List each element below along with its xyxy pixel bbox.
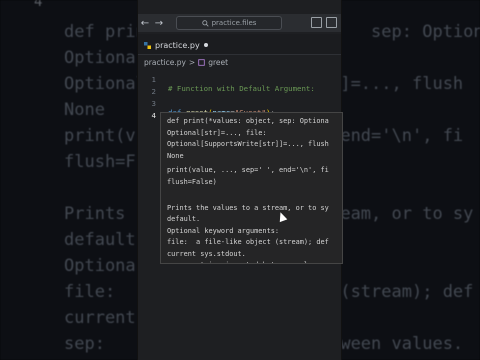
background-code-line: None [64, 100, 105, 120]
search-icon [201, 19, 209, 27]
hover-doc-line: Prints the values to a stream, or to sy [167, 203, 329, 212]
window-controls [311, 17, 337, 28]
background-code-line: current [64, 308, 136, 328]
tab-bar: practice.py [138, 34, 341, 55]
background-code-line: flush=F [64, 152, 136, 172]
background-line-number: 4 [34, 0, 43, 10]
tab-label: practice.py [155, 40, 200, 50]
hover-doc-line: Optional[str]=..., file: [167, 128, 267, 137]
hover-doc-line: current sys.stdout. [167, 249, 246, 258]
tab-practice-py[interactable]: practice.py [144, 37, 208, 53]
hover-doc-line: Optional keyword arguments: [167, 226, 280, 235]
code-line: 3 def greet(name="Guest"): [138, 90, 341, 117]
back-arrow-icon[interactable]: ← [138, 18, 152, 29]
hover-doc-line: default. [167, 215, 201, 223]
layout-icon[interactable] [311, 17, 322, 28]
command-search-box[interactable]: practice.files [176, 16, 282, 30]
hover-doc-line: None [167, 151, 184, 160]
title-bar: ← → practice.files [138, 14, 341, 32]
background-code-line: Optiona [64, 48, 136, 68]
code-line: 1 # Function with Default Argument: [138, 66, 341, 93]
code-line: 2 [138, 78, 341, 96]
panel-icon[interactable] [326, 17, 337, 28]
forward-arrow-icon[interactable]: → [152, 18, 166, 29]
background-code-line: default [64, 230, 136, 250]
hover-documentation-popup[interactable]: def print(*values: object, sep: Optiona O… [160, 112, 343, 264]
search-text: practice.files [211, 19, 257, 27]
function-symbol-icon [198, 58, 205, 66]
hover-doc-line: sep: string inserted between values, [167, 261, 329, 263]
hover-doc-line: def print(*values: object, sep: Optiona [167, 117, 329, 125]
hover-doc-line: print(value, ..., sep=' ', end='\n', fi [167, 166, 329, 174]
hover-doc-line: file: a file-like object (stream); def [167, 238, 329, 246]
python-file-icon [144, 41, 151, 49]
hover-doc-line: Optional[SupportsWrite[str]]=..., flush [167, 140, 329, 148]
unsaved-dot-icon[interactable] [203, 43, 208, 47]
line-number: 4 [151, 111, 156, 120]
hover-doc-line: flush=False) [167, 177, 217, 186]
